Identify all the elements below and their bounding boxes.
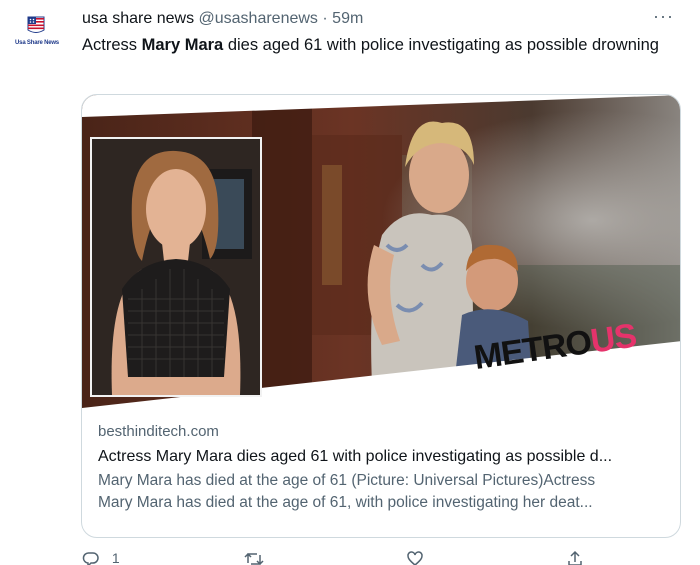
account-avatar[interactable]: Usa Share News [8,10,66,50]
reply-icon [82,552,99,565]
more-options-icon[interactable]: ··· [653,6,674,27]
card-domain: besthinditech.com [98,423,219,440]
tweet-text-start: Actress [82,36,142,54]
share-button[interactable] [566,550,584,565]
metro-watermark-part2: US [588,316,639,361]
card-description-line: Mary Mara has died at the age of 61 (Pic… [98,472,596,489]
tweet-text: Actress Mary Mara dies aged 61 with poli… [82,34,672,57]
reply-button[interactable]: 1 [82,550,120,565]
link-preview-card[interactable]: METROUS besthinditech.com Actress Mary M… [81,94,681,538]
flag-logo-icon [27,16,45,33]
tweet-timestamp[interactable]: 59m [332,10,363,27]
avatar-brand-text: Usa Share News [15,40,59,46]
card-image: METROUS [82,95,680,408]
share-icon [568,550,582,565]
card-description-line: Mary Mara has died at the age of 61, wit… [98,494,593,511]
reply-count: 1 [111,550,120,565]
retweet-icon [244,552,264,565]
tweet-text-bold: Mary Mara [141,36,224,54]
card-description: Mary Mara has died at the age of 61 (Pic… [98,470,666,514]
display-name[interactable]: usa share news [82,10,194,27]
card-title: Actress Mary Mara dies aged 61 with poli… [98,448,613,465]
like-button[interactable] [406,550,424,565]
card-body[interactable]: besthinditech.com Actress Mary Mara dies… [82,408,680,514]
tweet-actions: 1 [82,550,602,565]
user-handle[interactable]: @usasharenews [199,10,318,27]
header-separator: · [322,10,328,27]
heart-icon [407,551,423,565]
retweet-button[interactable] [244,550,264,565]
inset-portrait-photo [90,137,262,397]
tweet-header: usa share news @usasharenews · 59m [82,9,363,29]
tweet-text-end: dies aged 61 with police investigating a… [223,36,659,54]
